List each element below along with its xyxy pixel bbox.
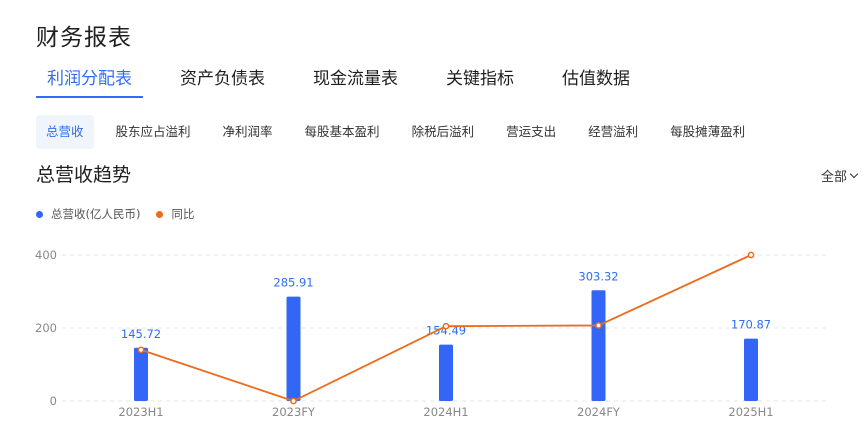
- tab-balance-sheet[interactable]: 资产负债表: [169, 60, 276, 98]
- legend-swatch-yoy: [156, 210, 164, 218]
- x-tick-label: 2024H1: [423, 405, 468, 419]
- chevron-down-icon: [849, 169, 859, 178]
- metric-tab-total-revenue[interactable]: 总营收: [36, 115, 94, 149]
- legend-item-yoy[interactable]: 同比: [156, 206, 194, 222]
- metric-tab-diluted-eps[interactable]: 每股摊薄盈利: [660, 115, 755, 149]
- metric-tab-basic-eps[interactable]: 每股基本盈利: [295, 115, 390, 149]
- bar: [134, 347, 148, 401]
- yoy-point: [290, 397, 297, 405]
- bar: [744, 338, 758, 401]
- bar-data-label: 170.87: [731, 318, 771, 332]
- yoy-point: [442, 322, 450, 330]
- bar-data-label: 145.72: [121, 327, 161, 341]
- bar: [286, 296, 301, 401]
- tab-valuation[interactable]: 估值数据: [551, 60, 641, 98]
- metric-tab-operating-profit[interactable]: 经营溢利: [578, 115, 648, 149]
- legend-label-yoy: 同比: [171, 207, 195, 221]
- legend-swatch-revenue: [36, 210, 43, 218]
- tab-key-metrics[interactable]: 关键指标: [435, 60, 525, 98]
- y-tick-label: 400: [35, 248, 57, 262]
- page-title: 财务报表: [36, 25, 132, 51]
- y-tick-label: 200: [35, 321, 57, 335]
- bar: [591, 290, 606, 401]
- legend-item-revenue[interactable]: 总营收(亿人民币): [36, 206, 140, 222]
- tab-cash-flow[interactable]: 现金流量表: [302, 60, 409, 98]
- x-tick-label: 2023FY: [272, 405, 316, 419]
- x-tick-label: 2024FY: [577, 405, 621, 419]
- yoy-point: [137, 346, 145, 354]
- yoy-point: [595, 322, 602, 329]
- main-tabs: 利润分配表 资产负债表 现金流量表 关键指标 估值数据: [36, 60, 667, 98]
- bar-data-label: 303.32: [578, 269, 618, 283]
- section-title: 总营收趋势: [36, 164, 132, 186]
- yoy-point: [747, 251, 755, 259]
- x-tick-label: 2023H1: [118, 405, 163, 419]
- metric-tabs: 总营收 股东应占溢利 净利润率 每股基本盈利 除税后溢利 营运支出 经营溢利 每…: [36, 115, 767, 149]
- metric-tab-net-margin[interactable]: 净利润率: [213, 115, 283, 149]
- range-select-label: 全部: [820, 170, 847, 185]
- chart-legend: 总营收(亿人民币) 同比: [36, 206, 210, 222]
- range-select[interactable]: 全部: [820, 166, 859, 185]
- y-tick-label: 0: [50, 394, 57, 408]
- bar-data-label: 285.91: [273, 276, 313, 290]
- metric-tab-shareholder-profit[interactable]: 股东应占溢利: [106, 115, 201, 149]
- revenue-chart: 0 200 400 2023H1 2023FY 2024H1 2024FY 2025H1 145…: [35, 248, 828, 419]
- metric-tab-after-tax-profit[interactable]: 除税后溢利: [402, 115, 485, 149]
- metric-tab-opex[interactable]: 营运支出: [496, 115, 566, 149]
- bar: [439, 344, 453, 401]
- tab-income-statement[interactable]: 利润分配表: [36, 60, 143, 98]
- x-tick-label: 2025H1: [728, 405, 773, 419]
- legend-label-revenue: 总营收(亿人民币): [51, 207, 141, 221]
